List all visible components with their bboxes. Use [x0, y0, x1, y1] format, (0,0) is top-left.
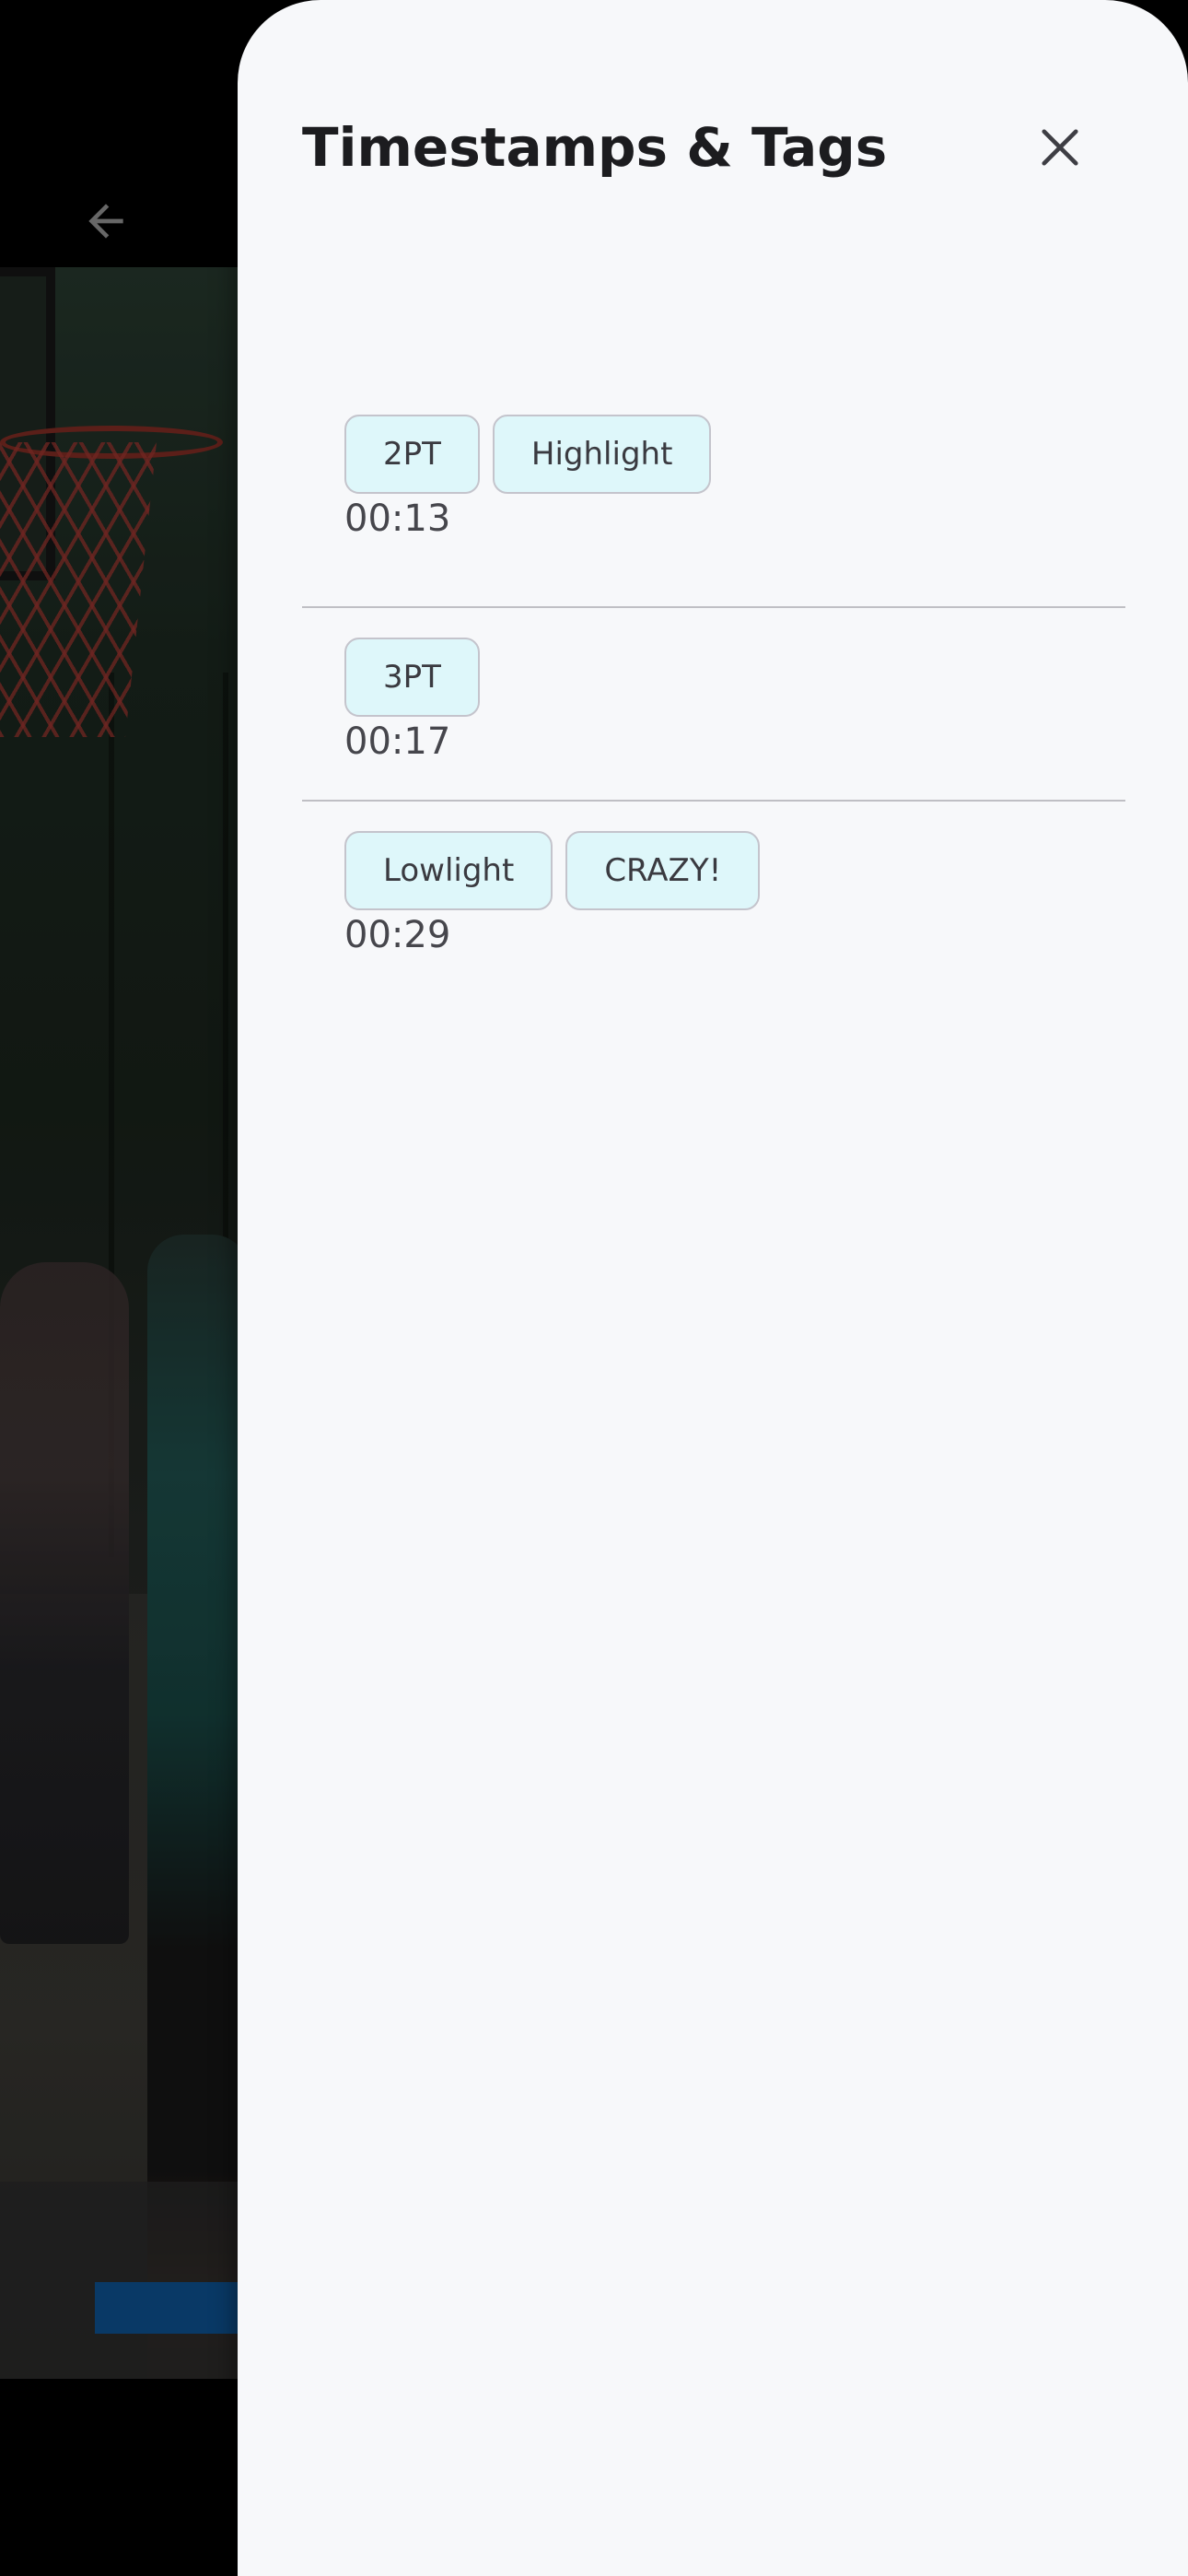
- tag-chip[interactable]: CRAZY!: [565, 831, 761, 910]
- timestamp-entry[interactable]: 3PT 00:17: [302, 608, 1125, 802]
- timestamp-time: 00:13: [344, 498, 451, 540]
- tag-chip[interactable]: 3PT: [344, 638, 480, 717]
- close-button[interactable]: [1028, 115, 1092, 180]
- tag-chip[interactable]: Lowlight: [344, 831, 553, 910]
- tag-chip-row: 3PT: [344, 638, 480, 717]
- timestamp-list: 2PT Highlight 00:13 3PT 00:17 Lowlight C…: [302, 415, 1125, 995]
- timestamp-entry[interactable]: Lowlight CRAZY! 00:29: [302, 802, 1125, 995]
- close-icon: [1042, 129, 1078, 166]
- timestamp-time: 00:29: [344, 914, 451, 956]
- timestamp-time: 00:17: [344, 720, 451, 763]
- tag-chip[interactable]: Highlight: [492, 415, 712, 494]
- tag-chip-row: Lowlight CRAZY!: [344, 831, 761, 910]
- tag-chip-row: 2PT Highlight: [344, 415, 712, 494]
- drawer-title: Timestamps & Tags: [302, 116, 888, 179]
- tag-chip[interactable]: 2PT: [344, 415, 480, 494]
- timestamps-drawer: Timestamps & Tags 2PT Highlight 00:13 3P…: [238, 0, 1188, 2576]
- timestamp-entry[interactable]: 2PT Highlight 00:13: [302, 415, 1125, 608]
